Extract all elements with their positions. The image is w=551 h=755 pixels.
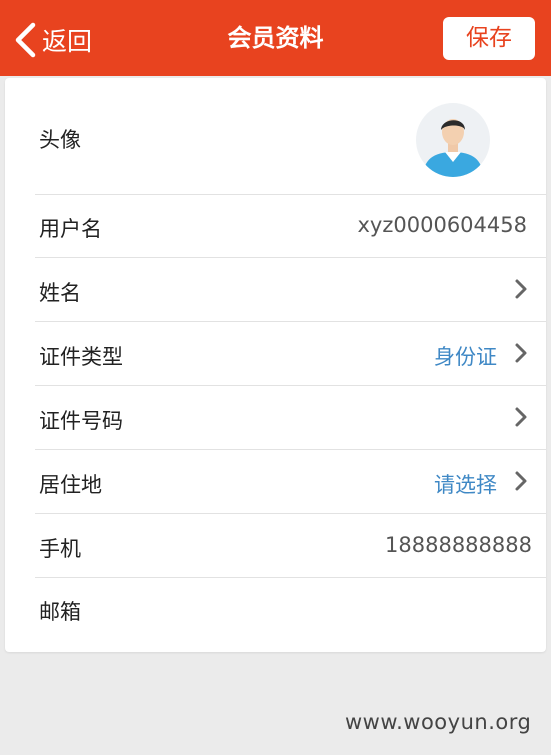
chevron-right-icon bbox=[515, 471, 527, 491]
id-type-value: 身份证 bbox=[434, 345, 497, 369]
row-label-id-number: 证件号码 bbox=[39, 409, 123, 433]
row-label-id-type: 证件类型 bbox=[39, 345, 123, 369]
row-id-type[interactable]: 证件类型 身份证 bbox=[5, 322, 546, 385]
row-residence[interactable]: 居住地 请选择 bbox=[5, 450, 546, 513]
row-label-email: 邮箱 bbox=[39, 600, 81, 624]
back-label: 返回 bbox=[42, 27, 93, 56]
row-username: 用户名 xyz0000604458 bbox=[5, 195, 546, 257]
row-label-residence: 居住地 bbox=[39, 473, 102, 497]
row-email[interactable]: 邮箱 bbox=[5, 578, 546, 642]
row-name[interactable]: 姓名 bbox=[5, 258, 546, 321]
chevron-right-icon bbox=[515, 407, 527, 427]
chevron-right-icon bbox=[515, 279, 527, 299]
username-value: xyz0000604458 bbox=[357, 213, 528, 237]
chevron-right-icon bbox=[515, 343, 527, 363]
watermark: www.wooyun.org bbox=[345, 710, 532, 734]
row-label-username: 用户名 bbox=[39, 217, 102, 241]
row-label-avatar: 头像 bbox=[39, 128, 81, 152]
row-label-phone: 手机 bbox=[39, 537, 81, 561]
row-phone[interactable]: 手机 18888888888 bbox=[5, 514, 546, 577]
back-button[interactable]: 返回 bbox=[14, 20, 92, 60]
header-bar: 返回 会员资料 保存 bbox=[0, 0, 551, 76]
residence-value: 请选择 bbox=[434, 473, 497, 497]
row-label-name: 姓名 bbox=[39, 281, 81, 305]
save-button[interactable]: 保存 bbox=[443, 17, 535, 60]
row-avatar[interactable]: 头像 bbox=[5, 78, 546, 194]
phone-value: 18888888888 bbox=[385, 533, 532, 557]
row-id-number[interactable]: 证件号码 bbox=[5, 386, 546, 449]
chevron-left-icon bbox=[15, 22, 36, 58]
user-avatar-icon bbox=[416, 103, 490, 177]
profile-card: 头像 用户名 xyz0000604458 姓名 证件类型 身份证 证件号码 居住… bbox=[5, 78, 546, 652]
